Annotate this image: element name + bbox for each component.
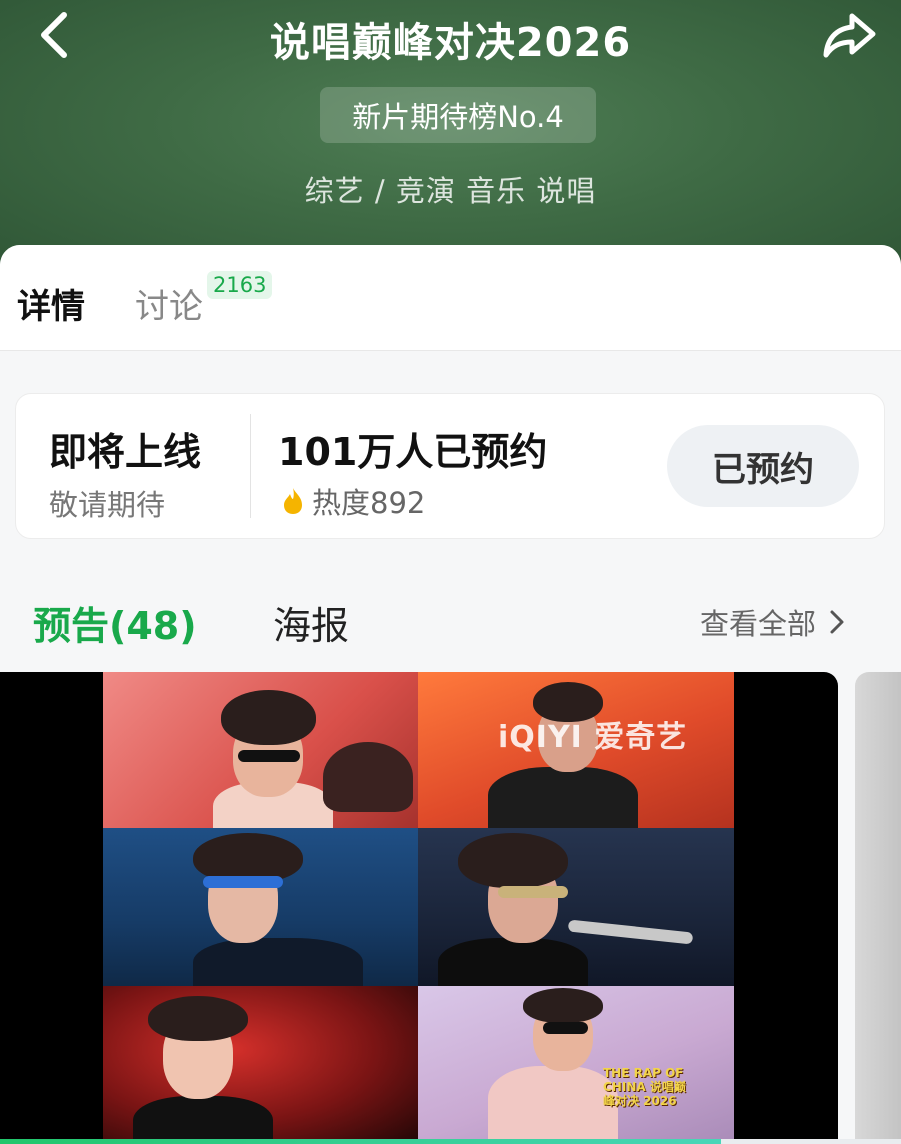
chevron-right-icon [830, 610, 844, 634]
tab-detail[interactable]: 详情 [17, 279, 85, 328]
progress-fill [0, 1139, 721, 1144]
iqiyi-watermark: iQIYI 爱奇艺 [498, 720, 688, 755]
video-progress-bar[interactable] [0, 1139, 901, 1144]
release-status-sub: 敬请期待 [49, 488, 166, 522]
genre-tags: 综艺 / 竞演 音乐 说唱 [304, 174, 597, 208]
fire-icon [284, 488, 302, 514]
tab-trailers[interactable]: 预告(48) [33, 595, 197, 650]
tab-bar: 详情 讨论 2163 [0, 245, 901, 351]
tab-posters[interactable]: 海报 [273, 595, 349, 650]
thumbnail-panel [418, 828, 734, 986]
thumbnail-panel [103, 986, 418, 1144]
rank-badge[interactable]: 新片期待榜No.4 [320, 87, 596, 143]
thumbnail-panel: iQIYI 爱奇艺 [418, 672, 734, 828]
reservation-card: 即将上线 敬请期待 101万人已预约 热度892 已预约 [15, 393, 885, 539]
trailer-video[interactable]: iQIYI 爱奇艺 THE RAP OF CHINA 说唱巅峰对决 2026 [0, 672, 838, 1144]
share-button[interactable] [817, 8, 881, 62]
reserved-button[interactable]: 已预约 [667, 425, 859, 507]
thumbnail-panel: THE RAP OF CHINA 说唱巅峰对决 2026 [418, 986, 734, 1144]
header: 说唱巅峰对决2026 新片期待榜No.4 综艺 / 竞演 音乐 说唱 [0, 0, 901, 275]
see-all-label: 查看全部 [700, 607, 817, 641]
see-all-link[interactable]: 查看全部 [700, 601, 848, 643]
share-icon [823, 13, 876, 58]
video-thumbnail-grid: iQIYI 爱奇艺 THE RAP OF CHINA 说唱巅峰对决 2026 [103, 672, 734, 1144]
thumbnail-panel [103, 672, 418, 828]
main-content: 详情 讨论 2163 即将上线 敬请期待 101万人已预约 热度892 已预约 … [0, 245, 901, 1144]
release-status: 即将上线 [49, 430, 202, 474]
heat-row: 热度892 [282, 480, 425, 522]
discussion-count-badge: 2163 [207, 271, 273, 299]
next-trailer-preview[interactable] [855, 672, 901, 1144]
reservation-count: 101万人已预约 [278, 430, 548, 474]
divider [250, 414, 251, 518]
thumbnail-panel [103, 828, 418, 986]
page-title: 说唱巅峰对决2026 [269, 20, 632, 66]
heat-value: 热度892 [312, 486, 426, 520]
show-logo: THE RAP OF CHINA 说唱巅峰对决 2026 [603, 1066, 686, 1108]
tab-discussion[interactable]: 讨论 [135, 279, 203, 328]
